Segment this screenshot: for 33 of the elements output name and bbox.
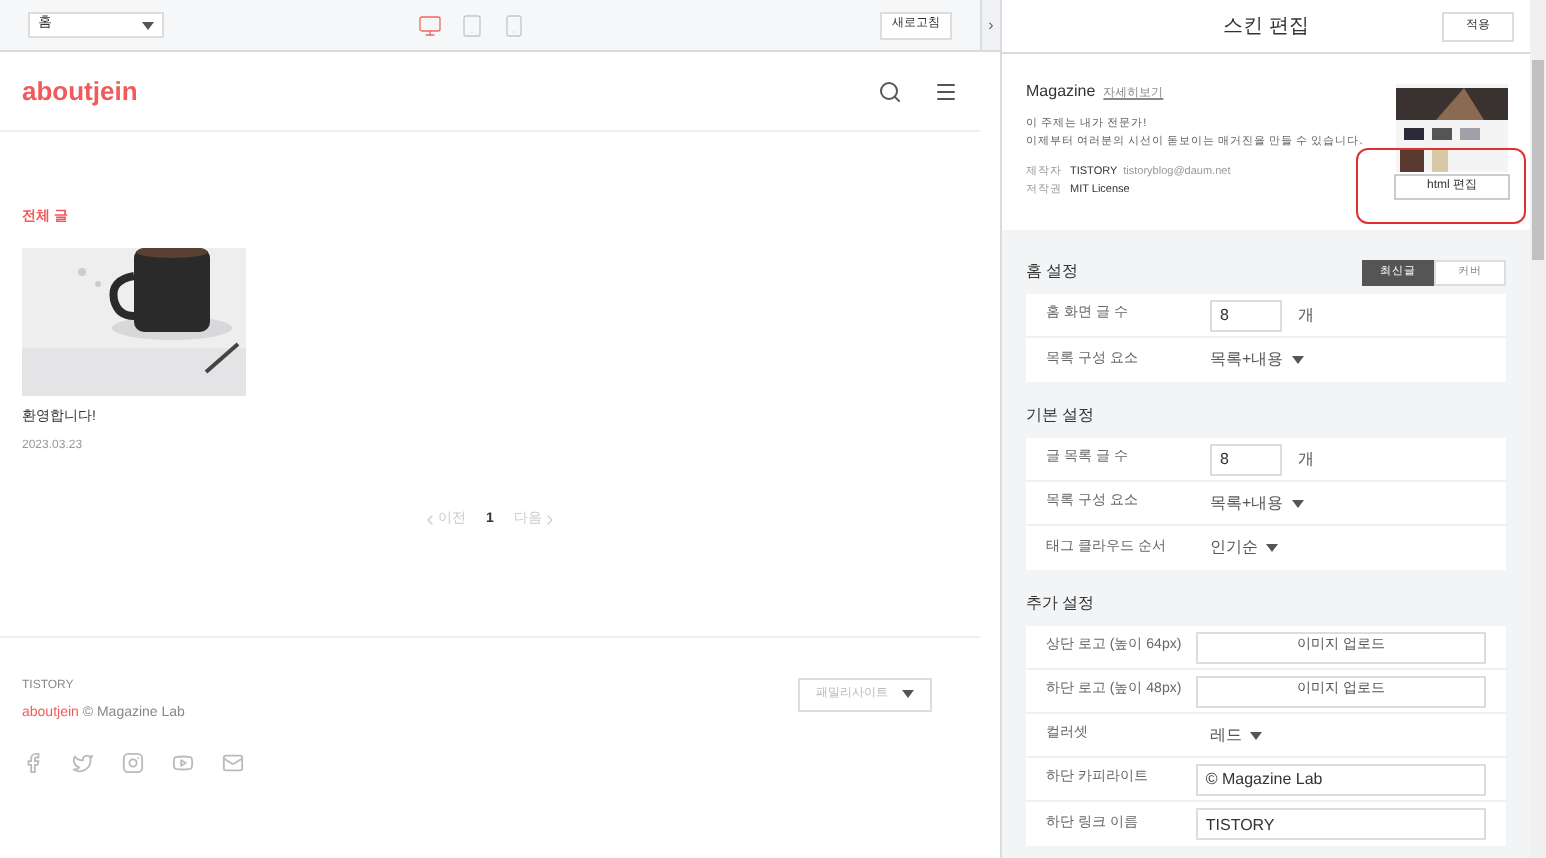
panel-title: 스킨 편집 — [1223, 13, 1309, 41]
text-field[interactable]: TISTORY — [1195, 808, 1486, 840]
unit-label: 개 — [1298, 447, 1314, 471]
search-icon[interactable] — [878, 79, 902, 103]
section-title: 홈 설정 — [1026, 260, 1081, 284]
instagram-icon[interactable] — [122, 752, 144, 774]
dropdown[interactable]: 인기순 — [1210, 536, 1278, 560]
section-title: 추가 설정 — [1026, 592, 1097, 616]
number-field[interactable]: 8 — [1210, 443, 1282, 475]
caret-icon — [142, 21, 154, 29]
facebook-icon[interactable] — [22, 752, 44, 774]
menu-icon[interactable] — [934, 79, 958, 103]
caret-icon — [1291, 499, 1304, 507]
skin-name: Magazine — [1026, 80, 1096, 104]
caret-icon — [1250, 731, 1262, 739]
twitter-icon[interactable] — [72, 752, 94, 774]
tablet-icon[interactable] — [460, 13, 484, 37]
text-field[interactable]: © Magazine Lab — [1195, 763, 1486, 795]
number-field[interactable]: 8 — [1210, 299, 1282, 331]
dropdown[interactable]: 레드 — [1210, 723, 1262, 747]
collapse-handle[interactable]: › — [980, 0, 1000, 52]
mail-icon[interactable] — [222, 752, 244, 774]
caret-icon — [902, 690, 914, 698]
dropdown[interactable]: 목록+내용 — [1210, 348, 1304, 372]
section-title: 기본 설정 — [1026, 404, 1097, 428]
monitor-icon[interactable] — [418, 13, 442, 37]
phone-icon[interactable] — [502, 13, 526, 37]
caret-icon — [1291, 356, 1304, 364]
unit-label: 개 — [1298, 303, 1314, 327]
caret-icon — [1266, 544, 1278, 552]
dropdown[interactable]: 목록+내용 — [1210, 491, 1304, 515]
youtube-icon[interactable] — [172, 752, 194, 774]
scrollbar[interactable] — [1530, 0, 1546, 858]
